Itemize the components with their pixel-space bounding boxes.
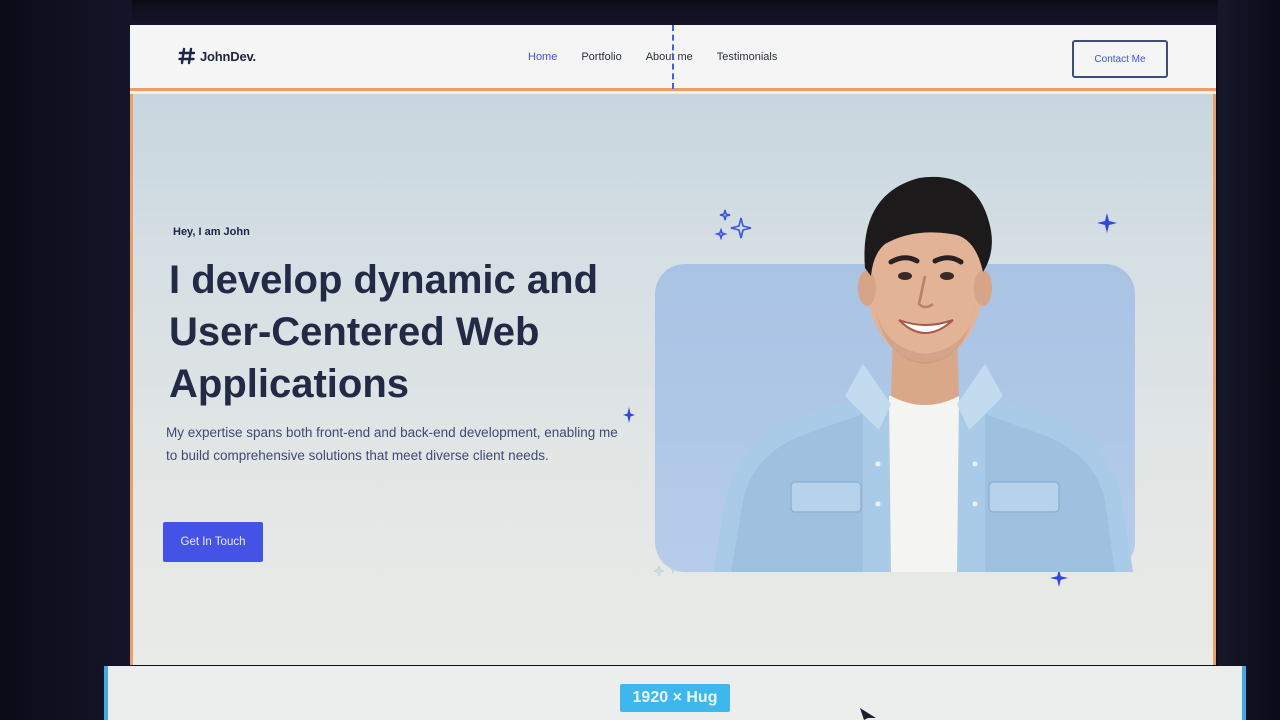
- hero-greeting: Hey, I am John: [173, 226, 250, 238]
- contact-me-button[interactable]: Contact Me: [1072, 40, 1168, 78]
- frame-size-badge: 1920 × Hug: [620, 684, 730, 712]
- alignment-guide-line: [672, 25, 674, 89]
- main-nav: Home Portfolio About me Testimonials: [528, 51, 777, 63]
- hero-section: Hey, I am John I develop dynamic and Use…: [130, 94, 1216, 665]
- get-in-touch-button[interactable]: Get In Touch: [163, 522, 263, 562]
- logo-text: JohnDev.: [200, 48, 256, 64]
- monitor-bezel-left: [0, 0, 132, 720]
- nav-link-testimonials[interactable]: Testimonials: [717, 51, 778, 63]
- nav-link-home[interactable]: Home: [528, 51, 557, 63]
- design-canvas: JohnDev. Home Portfolio About me Testimo…: [130, 25, 1216, 665]
- hero-headline: I develop dynamic and User-Centered Web …: [169, 258, 599, 406]
- monitor-bezel-top: [0, 0, 1280, 28]
- logo[interactable]: JohnDev.: [178, 47, 256, 65]
- profile-photo: [713, 176, 1133, 572]
- navbar: JohnDev. Home Portfolio About me Testimo…: [130, 25, 1216, 91]
- cursor-icon: [860, 708, 876, 720]
- nav-link-portfolio[interactable]: Portfolio: [581, 51, 621, 63]
- logo-hash-icon: [178, 47, 196, 65]
- hero-description: My expertise spans both front-end and ba…: [166, 425, 618, 463]
- nav-link-about[interactable]: About me: [646, 51, 693, 63]
- sparkle-icon: [623, 407, 635, 423]
- monitor-bezel-right: [1218, 0, 1280, 720]
